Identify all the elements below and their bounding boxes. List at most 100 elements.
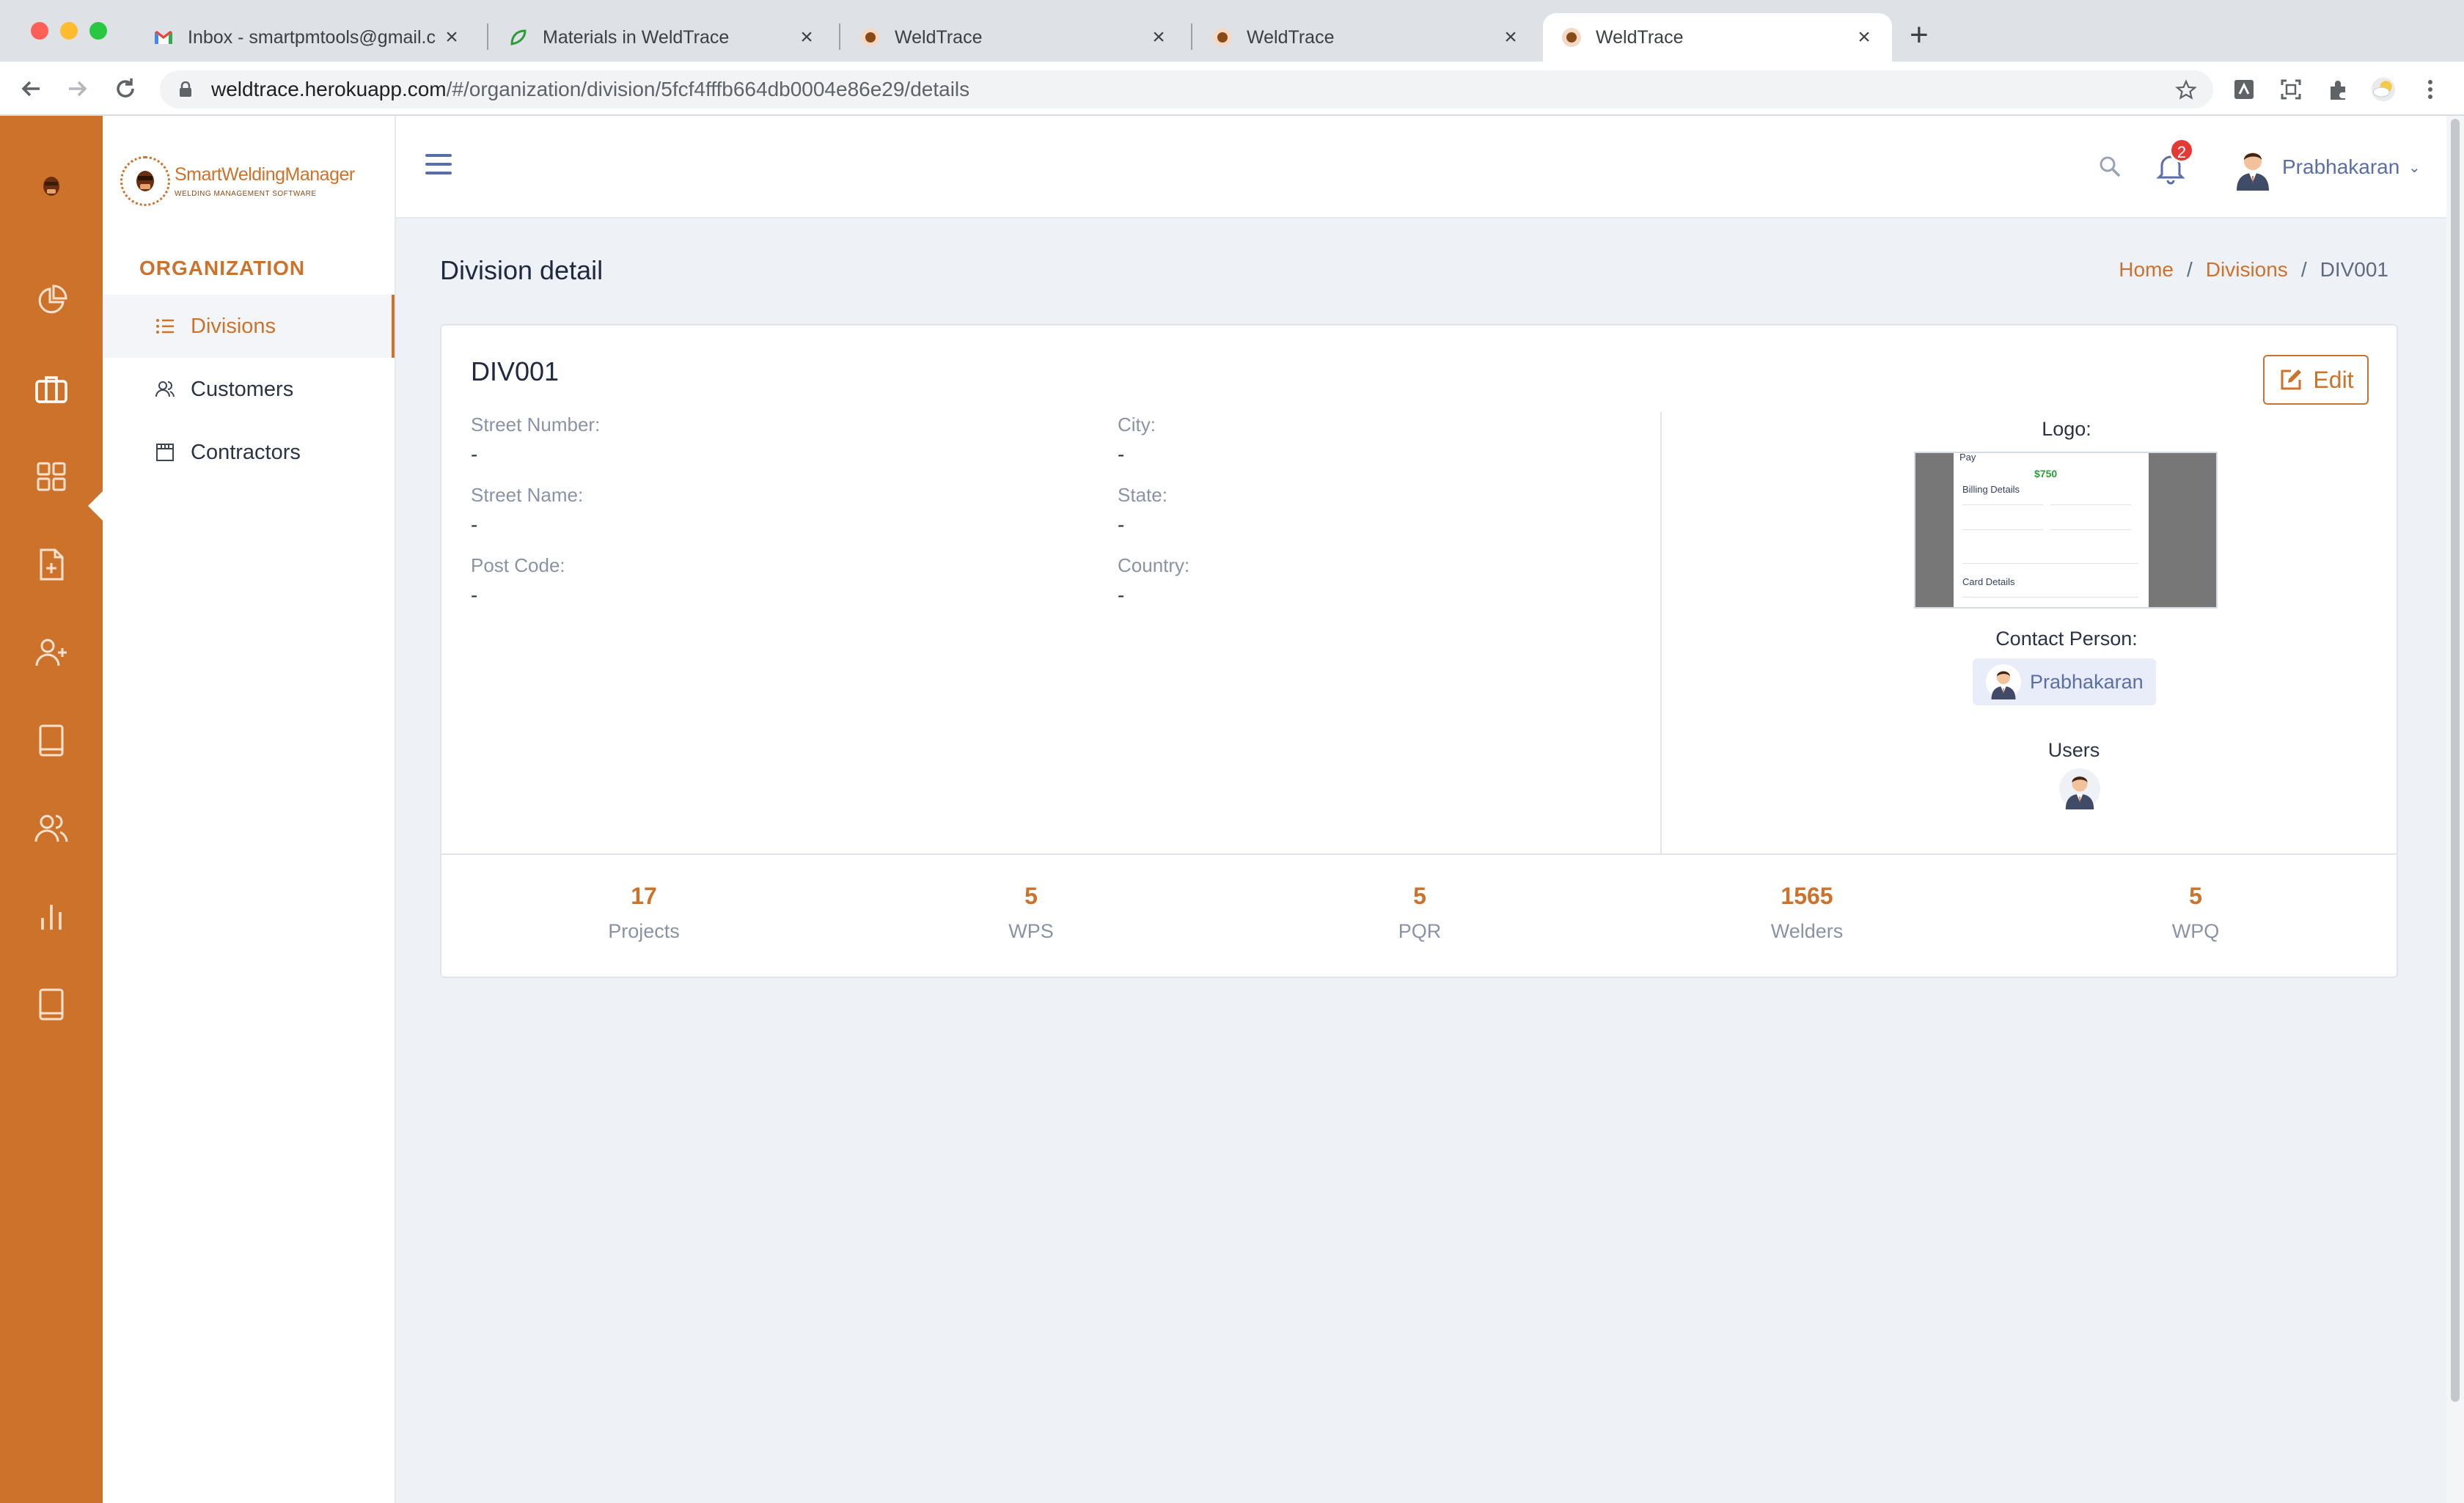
- page-scrollbar[interactable]: [2446, 116, 2464, 1503]
- division-logo-image[interactable]: Pay $750 Billing Details Card Details: [1914, 452, 2218, 609]
- tab-separator: [487, 23, 488, 50]
- hamburger-menu-icon[interactable]: [425, 154, 452, 176]
- bookmark-star-icon[interactable]: [2175, 79, 2197, 101]
- browser-tab-weldtrace-2[interactable]: WeldTrace ×: [1194, 13, 1539, 62]
- breadcrumb-home[interactable]: Home: [2119, 258, 2174, 282]
- contact-person-name: Prabhakaran: [2030, 670, 2144, 693]
- users-icon: [34, 815, 68, 842]
- city-value: -: [1118, 443, 1125, 466]
- tab-close-icon[interactable]: ×: [1500, 26, 1521, 48]
- browser-tab-gmail[interactable]: Inbox - smartpmtools@gmail.c ×: [135, 13, 480, 62]
- browser-tab-weldtrace-active[interactable]: WeldTrace ×: [1543, 13, 1892, 62]
- bar-chart-icon: [41, 905, 62, 930]
- scrollbar-thumb[interactable]: [2451, 119, 2460, 1402]
- lock-icon: [180, 81, 191, 97]
- file-plus-icon: [40, 548, 64, 581]
- address-bar-input[interactable]: weldtrace.herokuapp.com/#/organization/d…: [160, 70, 2213, 109]
- extension-icon[interactable]: [2231, 76, 2257, 103]
- stat-welders[interactable]: 1565 Welders: [1697, 883, 1917, 943]
- reload-icon[interactable]: [111, 75, 139, 103]
- chevron-down-icon[interactable]: ⌄: [2408, 158, 2421, 177]
- rail-manual[interactable]: [29, 982, 73, 1026]
- state-value: -: [1118, 513, 1125, 536]
- main-nav-rail: [0, 116, 104, 1503]
- rail-reports[interactable]: [29, 894, 73, 938]
- puzzle-extensions-icon[interactable]: [2325, 76, 2351, 103]
- breadcrumb-separator: /: [2300, 258, 2307, 281]
- post-code-label: Post Code:: [471, 554, 565, 576]
- tab-close-icon[interactable]: ×: [441, 26, 462, 48]
- tab-close-icon[interactable]: ×: [1854, 26, 1874, 48]
- stat-wpq[interactable]: 5 WPQ: [2086, 883, 2306, 943]
- sidebar-item-divisions[interactable]: Divisions: [103, 295, 395, 358]
- stat-projects[interactable]: 17 Projects: [534, 883, 754, 943]
- brand-logo[interactable]: SmartWeldingManager WELDING MANAGEMENT S…: [120, 155, 370, 207]
- user-plus-icon: [35, 639, 67, 666]
- weldtrace-icon: [1561, 26, 1583, 48]
- tab-close-icon[interactable]: ×: [796, 26, 817, 48]
- window-zoom-button[interactable]: [89, 22, 107, 40]
- stats-divider: [441, 853, 2397, 855]
- post-code-value: -: [471, 584, 478, 606]
- rail-book[interactable]: [29, 719, 73, 762]
- logo-label: Logo:: [2042, 418, 2091, 440]
- window-minimize-button[interactable]: [60, 22, 78, 40]
- sidebar-item-contractors[interactable]: Contractors: [103, 421, 395, 484]
- rail-documents[interactable]: [29, 543, 73, 587]
- street-name-value: -: [471, 513, 478, 536]
- calendar-icon: [154, 441, 176, 463]
- user-avatar[interactable]: [2059, 768, 2100, 809]
- contact-person-chip[interactable]: Prabhakaran: [1973, 658, 2156, 705]
- forward-arrow-icon[interactable]: [63, 75, 91, 103]
- rail-add-user[interactable]: [29, 631, 73, 675]
- breadcrumb-divisions[interactable]: Divisions: [2206, 258, 2288, 282]
- rail-dashboard[interactable]: [29, 279, 73, 323]
- rail-brand-avatar[interactable]: [29, 164, 73, 208]
- stat-pqr[interactable]: 5 PQR: [1310, 883, 1530, 943]
- country-label: Country:: [1118, 554, 1190, 576]
- new-tab-button[interactable]: +: [1910, 19, 1929, 51]
- app-header: 2 Prabhakaran ⌄: [396, 116, 2446, 218]
- back-arrow-icon[interactable]: [18, 75, 45, 103]
- tab-separator: [1191, 23, 1192, 50]
- logo-preview-pay: Pay: [1959, 452, 1976, 463]
- screenshot-icon[interactable]: [2278, 76, 2304, 103]
- book-icon: [39, 988, 64, 1021]
- user-name[interactable]: Prabhakaran: [2282, 155, 2399, 179]
- division-code: DIV001: [471, 356, 560, 386]
- profile-avatar-icon[interactable]: [2370, 76, 2397, 103]
- breadcrumb: Home / Divisions / DIV001: [2119, 258, 2388, 282]
- street-name-label: Street Name:: [471, 484, 584, 506]
- browser-tab-weldtrace-1[interactable]: WeldTrace ×: [842, 13, 1187, 62]
- pie-chart-icon: [38, 284, 67, 314]
- weldtrace-icon: [1211, 26, 1233, 48]
- brand-tagline: WELDING MANAGEMENT SOFTWARE: [175, 190, 317, 198]
- contact-person-label: Contact Person:: [1995, 628, 2138, 650]
- sidebar-item-customers[interactable]: Customers: [103, 358, 395, 421]
- column-divider: [1660, 412, 1662, 855]
- browser-tab-bar: Inbox - smartpmtools@gmail.c × Materials…: [0, 0, 2464, 62]
- tab-separator: [839, 23, 840, 50]
- browser-toolbar: weldtrace.herokuapp.com/#/organization/d…: [0, 62, 2464, 116]
- rail-team[interactable]: [29, 806, 73, 850]
- browser-tab-materials[interactable]: Materials in WeldTrace ×: [490, 13, 835, 62]
- edit-icon: [2281, 370, 2302, 390]
- logo-preview-amount: $750: [2034, 468, 2058, 479]
- search-icon[interactable]: [2097, 154, 2122, 179]
- browser-menu-icon[interactable]: [2417, 76, 2443, 103]
- logo-mascot-icon: [120, 156, 170, 206]
- state-label: State:: [1118, 484, 1167, 506]
- street-number-value: -: [471, 443, 478, 466]
- user-avatar[interactable]: [2229, 144, 2276, 191]
- stat-wps[interactable]: 5 WPS: [921, 883, 1141, 943]
- tab-close-icon[interactable]: ×: [1148, 26, 1169, 48]
- weldtrace-materials-icon: [507, 26, 529, 48]
- brand-name: SmartWeldingManager: [175, 164, 355, 185]
- edit-button[interactable]: Edit: [2263, 355, 2369, 405]
- breadcrumb-separator: /: [2187, 258, 2193, 281]
- window-close-button[interactable]: [31, 22, 48, 40]
- breadcrumb-current: DIV001: [2320, 258, 2388, 281]
- rail-organization[interactable]: [29, 367, 73, 411]
- rail-modules[interactable]: [29, 455, 73, 499]
- logo-preview-card: Card Details: [1962, 576, 2015, 587]
